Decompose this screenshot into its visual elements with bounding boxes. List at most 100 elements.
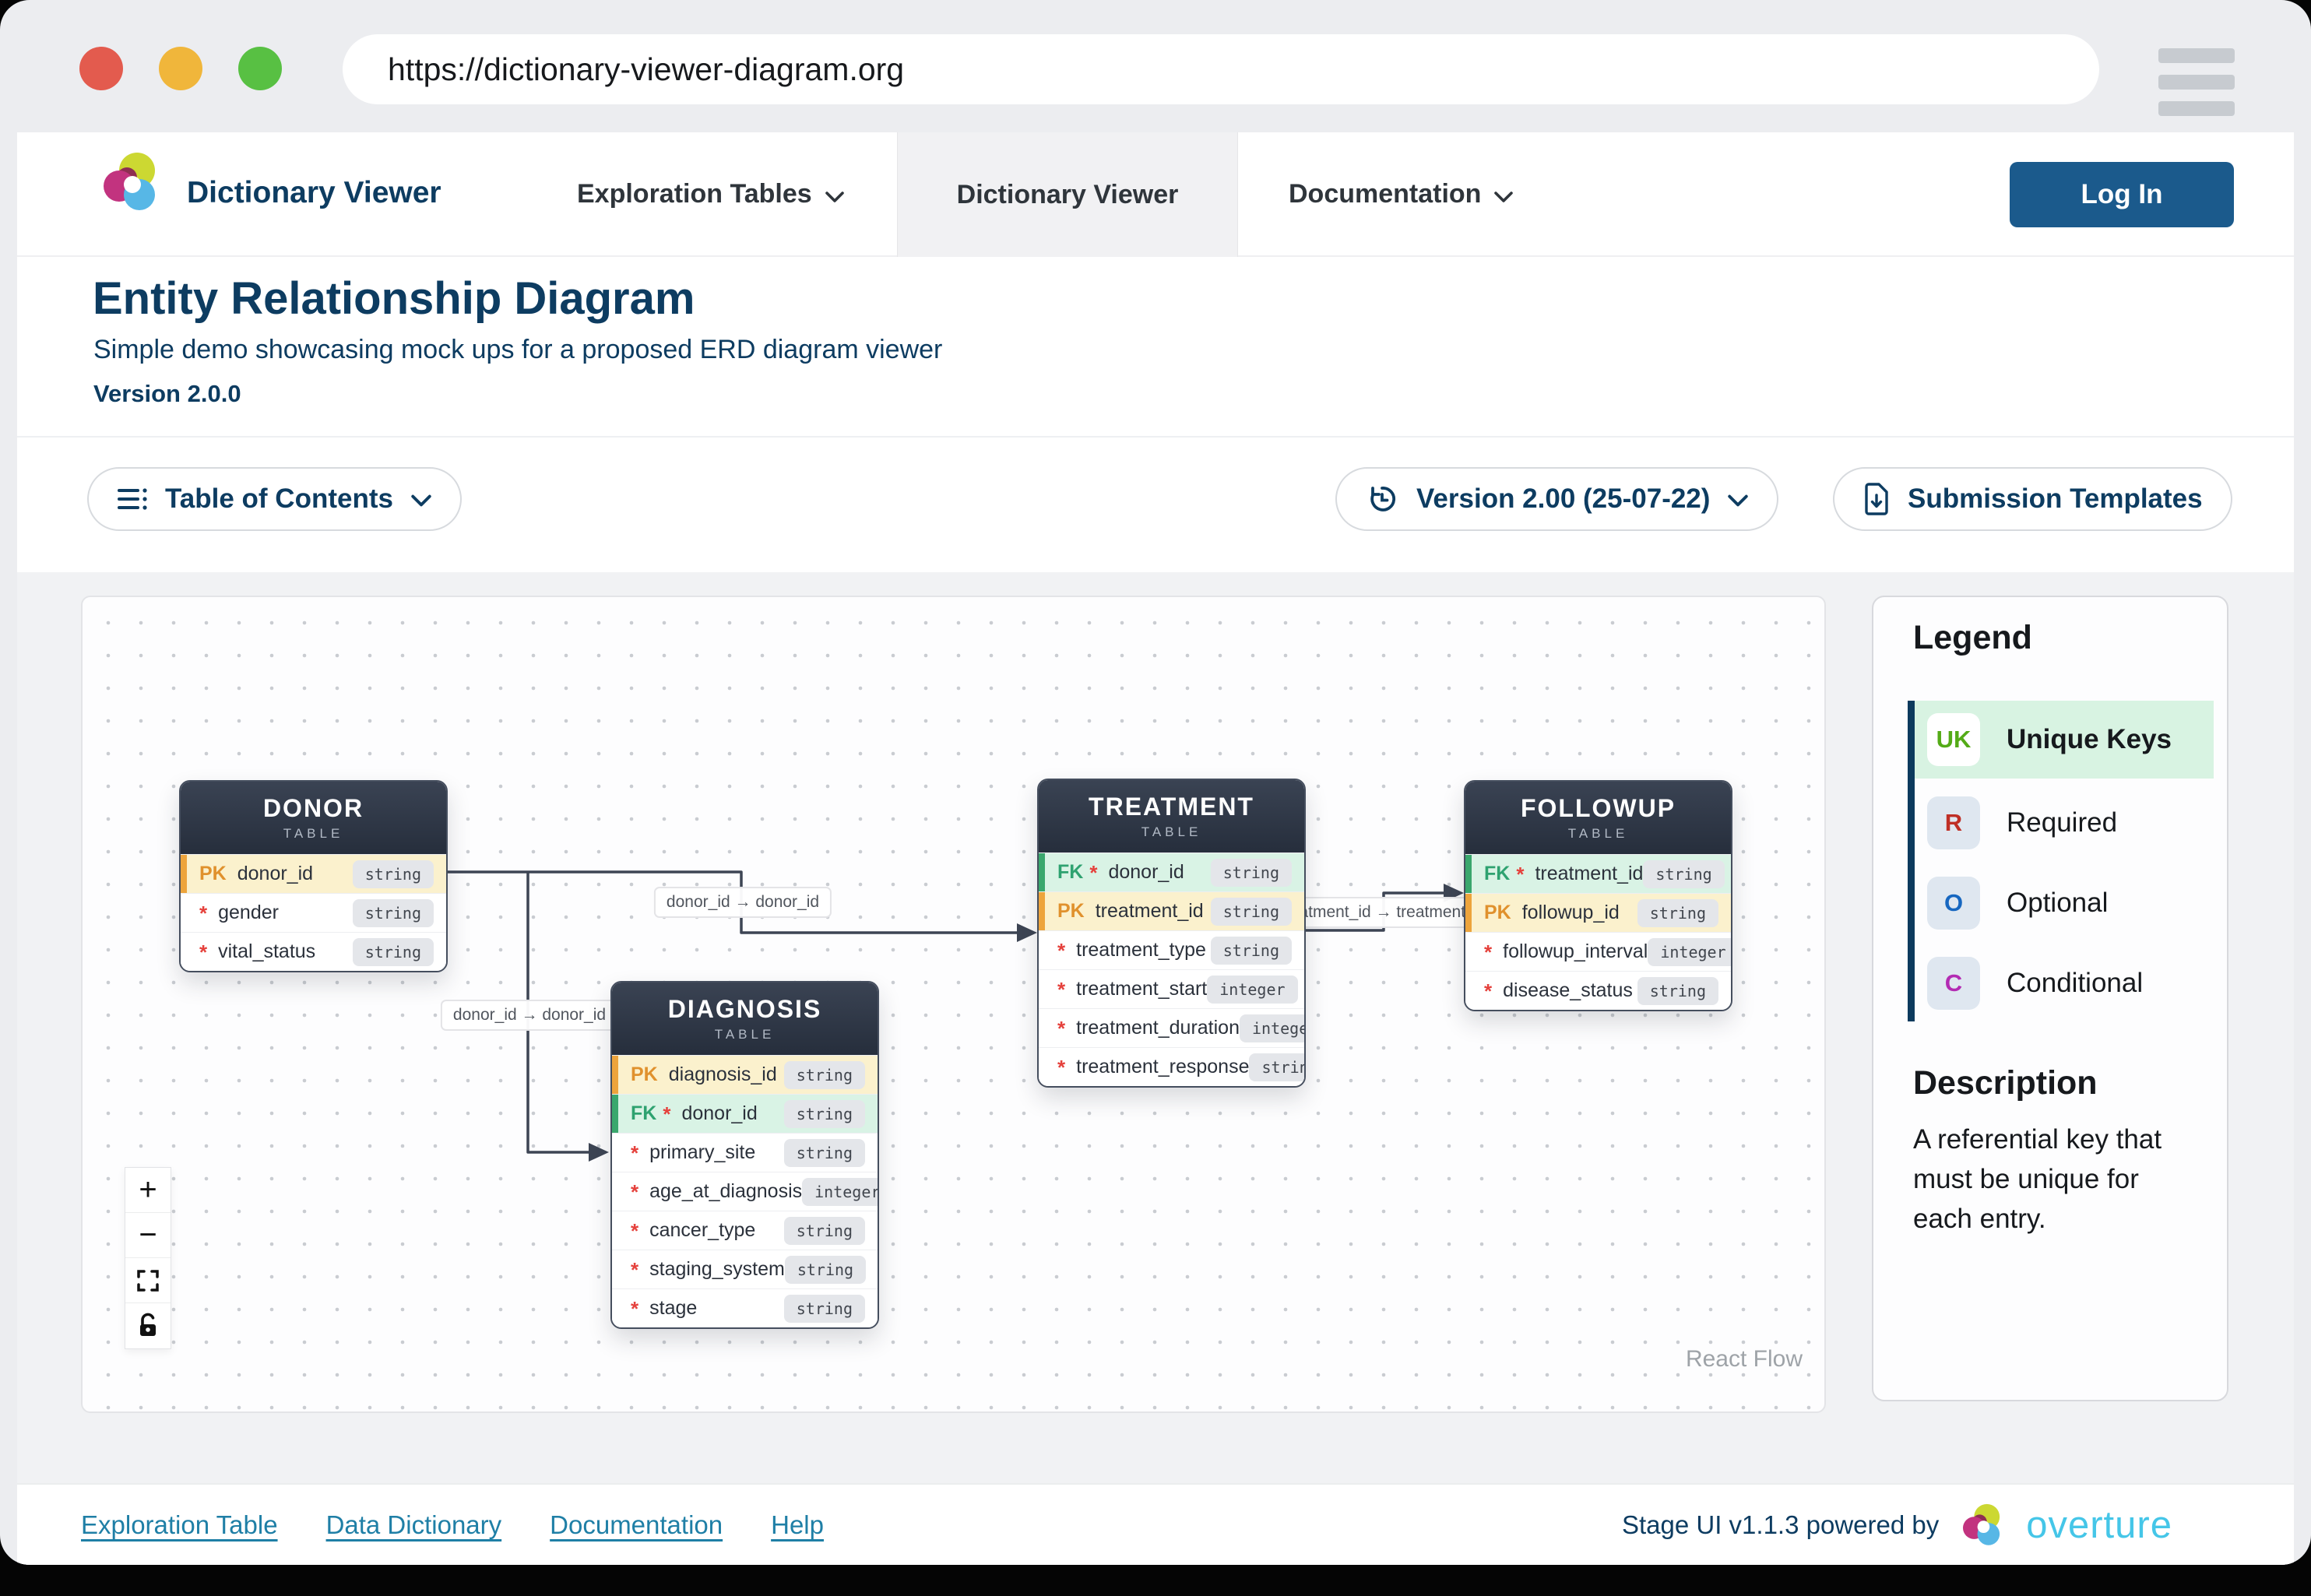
field-type-badge: string [353, 899, 434, 927]
field-name: treatment_response [1076, 1056, 1249, 1078]
primary-key-label: PK [631, 1063, 658, 1086]
field-type-badge: string [1249, 1053, 1306, 1081]
edge-label: donor_id → donor_id [654, 887, 832, 918]
field-type-badge: string [784, 1100, 865, 1128]
field-name: vital_status [218, 940, 315, 963]
description-body: A referential key that must be unique fo… [1913, 1120, 2201, 1239]
nav-item-label: Dictionary Viewer [957, 180, 1179, 210]
chevron-down-icon [825, 191, 845, 203]
table-name: DIAGNOSIS [668, 995, 822, 1024]
url-bar[interactable]: https://dictionary-viewer-diagram.org [343, 34, 2099, 104]
unlock-icon [136, 1313, 160, 1339]
legend-item-optional[interactable]: O Optional [1915, 864, 2214, 942]
submission-templates-button[interactable]: Submission Templates [1833, 467, 2232, 531]
field-row: * staging_system string [612, 1250, 878, 1288]
zoom-out-button[interactable]: − [125, 1213, 171, 1258]
footer-links: Exploration Table Data Dictionary Docume… [81, 1485, 824, 1565]
nav-item-documentation[interactable]: Documentation [1289, 179, 1514, 209]
react-flow-attribution-link[interactable]: React Flow [1686, 1346, 1803, 1373]
field-row: PK treatment_id string [1039, 891, 1304, 930]
minimize-window-button[interactable] [159, 47, 202, 90]
field-row: * treatment_duration integer [1039, 1008, 1304, 1047]
primary-key-label: PK [1057, 900, 1085, 923]
footer-branding: Stage UI v1.1.3 powered by overture [1622, 1485, 2172, 1565]
close-window-button[interactable] [79, 47, 123, 90]
powered-by-text: Stage UI v1.1.3 powered by [1622, 1510, 1939, 1540]
maximize-window-button[interactable] [238, 47, 282, 90]
browser-menu-icon[interactable] [2158, 48, 2235, 116]
app-logo-icon[interactable] [98, 149, 164, 215]
erd-node-treatment[interactable]: TREATMENT TABLE FK * donor_id string PK … [1037, 779, 1306, 1088]
erd-canvas[interactable]: donor_id → donor_id donor_id → donor_id … [81, 596, 1826, 1413]
field-type-badge: integer [1207, 976, 1297, 1004]
footer-link-help[interactable]: Help [771, 1510, 824, 1540]
field-row: * gender string [181, 893, 446, 932]
footer-link-exploration-table[interactable]: Exploration Table [81, 1510, 278, 1540]
fit-view-button[interactable] [125, 1258, 171, 1303]
field-name: diagnosis_id [669, 1063, 777, 1086]
field-row: * disease_status string [1465, 971, 1731, 1010]
table-of-contents-button[interactable]: Table of Contents [87, 467, 462, 531]
history-icon [1365, 482, 1399, 516]
table-name: TREATMENT [1089, 793, 1254, 821]
field-name: followup_id [1522, 902, 1620, 924]
canvas-controls: + − [125, 1167, 171, 1349]
erd-node-diagnosis[interactable]: DIAGNOSIS TABLE PK diagnosis_id string F… [610, 981, 879, 1329]
table-header: FOLLOWUP TABLE [1465, 782, 1731, 854]
url-text: https://dictionary-viewer-diagram.org [388, 51, 904, 88]
field-type-badge: string [1211, 937, 1292, 965]
submission-templates-label: Submission Templates [1908, 483, 2203, 515]
field-type-badge: string [785, 1256, 866, 1284]
field-row: * age_at_diagnosis integer [612, 1172, 878, 1211]
field-name: stage [649, 1297, 697, 1320]
browser-window: https://dictionary-viewer-diagram.org Di… [0, 0, 2311, 1565]
zoom-in-button[interactable]: + [125, 1168, 171, 1213]
field-name: staging_system [649, 1258, 785, 1281]
field-type-badge: string [784, 1295, 865, 1323]
arrowhead-icon [1017, 923, 1037, 942]
divider [17, 436, 2294, 438]
field-name: followup_interval [1503, 940, 1648, 963]
legend-item-label: Required [2007, 807, 2117, 838]
list-icon [117, 487, 148, 511]
legend-accent-bar [1908, 701, 1915, 1021]
erd-node-donor[interactable]: DONOR TABLE PK donor_id string * gender … [179, 780, 448, 972]
version-dropdown-label: Version 2.00 (25-07-22) [1416, 483, 1710, 515]
chevron-down-icon [1727, 494, 1749, 508]
table-header: DIAGNOSIS TABLE [612, 983, 878, 1055]
legend-item-conditional[interactable]: C Conditional [1915, 944, 2214, 1022]
table-of-contents-label: Table of Contents [165, 483, 393, 515]
legend-item-unique-keys[interactable]: UK Unique Keys [1915, 701, 2214, 779]
erd-node-followup[interactable]: FOLLOWUP TABLE FK * treatment_id string … [1464, 780, 1732, 1011]
menu-bar [2158, 101, 2235, 116]
nav-tab-dictionary-viewer[interactable]: Dictionary Viewer [897, 132, 1238, 257]
footer-link-data-dictionary[interactable]: Data Dictionary [326, 1510, 502, 1540]
plus-icon: + [139, 1172, 157, 1208]
foreign-key-label: FK [631, 1102, 656, 1125]
legend-panel: Legend UK Unique Keys R Required O Optio… [1872, 596, 2228, 1401]
description-title: Description [1913, 1064, 2098, 1102]
screenshot-root: https://dictionary-viewer-diagram.org Di… [0, 0, 2311, 1596]
table-kind-label: TABLE [283, 826, 344, 842]
overture-logo-icon[interactable] [1959, 1502, 2006, 1549]
field-name: treatment_type [1076, 939, 1206, 961]
field-row: * treatment_start integer [1039, 969, 1304, 1008]
footer-link-documentation[interactable]: Documentation [550, 1510, 723, 1540]
menu-bar [2158, 48, 2235, 63]
field-row: PK diagnosis_id string [612, 1055, 878, 1094]
field-type-badge: string [1211, 898, 1292, 926]
legend-item-required[interactable]: R Required [1915, 784, 2214, 862]
login-button[interactable]: Log In [2010, 162, 2234, 227]
field-name: gender [218, 902, 279, 924]
nav-item-exploration-tables[interactable]: Exploration Tables [577, 179, 845, 209]
field-row: FK * donor_id string [1039, 852, 1304, 891]
login-button-label: Log In [2081, 179, 2163, 210]
field-row: * primary_site string [612, 1133, 878, 1172]
field-row: * vital_status string [181, 932, 446, 971]
lock-toggle-button[interactable] [125, 1303, 171, 1348]
foreign-key-label: FK [1484, 863, 1510, 885]
overture-wordmark[interactable]: overture [2026, 1503, 2172, 1547]
foreign-key-label: FK [1057, 861, 1083, 884]
version-dropdown[interactable]: Version 2.00 (25-07-22) [1335, 467, 1778, 531]
field-row: PK followup_id string [1465, 893, 1731, 932]
